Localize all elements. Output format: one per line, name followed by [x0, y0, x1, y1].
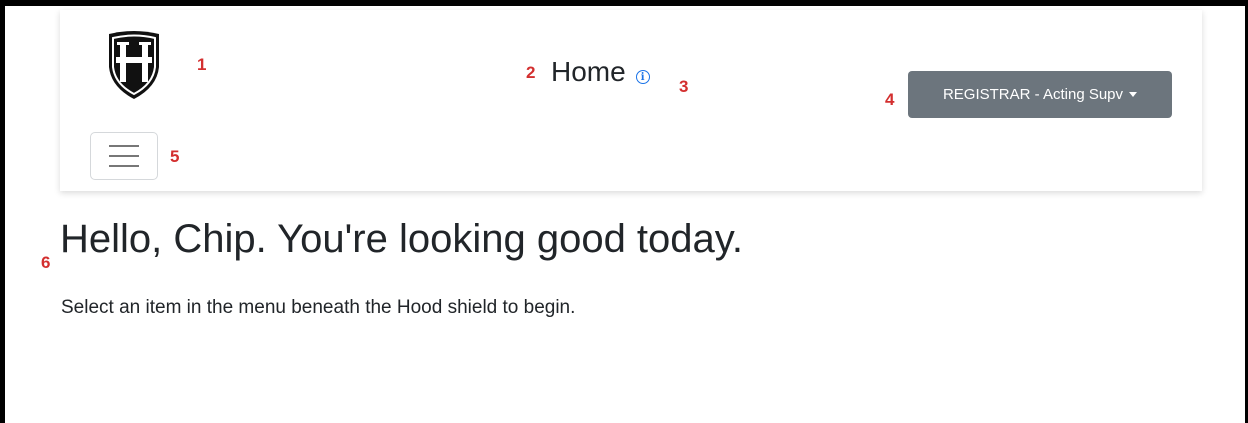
info-circle-icon[interactable]: i [635, 70, 650, 84]
role-dropdown-label: REGISTRAR - Acting Supv [942, 86, 1124, 103]
shield-icon [109, 31, 159, 99]
caret-down-icon [1129, 92, 1138, 97]
callout-marker-2: 2 [526, 63, 536, 82]
callout-marker-5: 5 [170, 147, 180, 166]
instructions-text: Select an item in the menu beneath the H… [61, 297, 576, 318]
hamburger-icon-bar [109, 155, 139, 157]
page-title-group: Home i [551, 56, 650, 88]
callout-marker-4: 4 [885, 90, 895, 109]
callout-marker-1: 1 [197, 55, 207, 74]
hamburger-icon-bar [109, 165, 139, 167]
hamburger-icon-bar [109, 145, 139, 147]
top-navbar: Home i REGISTRAR - Acting Supv [60, 10, 1202, 191]
greeting-heading: Hello, Chip. You're looking good today. [60, 217, 743, 261]
hood-shield-logo[interactable] [106, 29, 162, 101]
callout-marker-3: 3 [679, 77, 689, 96]
page-title: Home [551, 56, 626, 87]
callout-marker-6: 6 [41, 253, 51, 272]
role-dropdown-button[interactable]: REGISTRAR - Acting Supv [908, 71, 1172, 118]
menu-toggle-button[interactable] [90, 132, 158, 180]
